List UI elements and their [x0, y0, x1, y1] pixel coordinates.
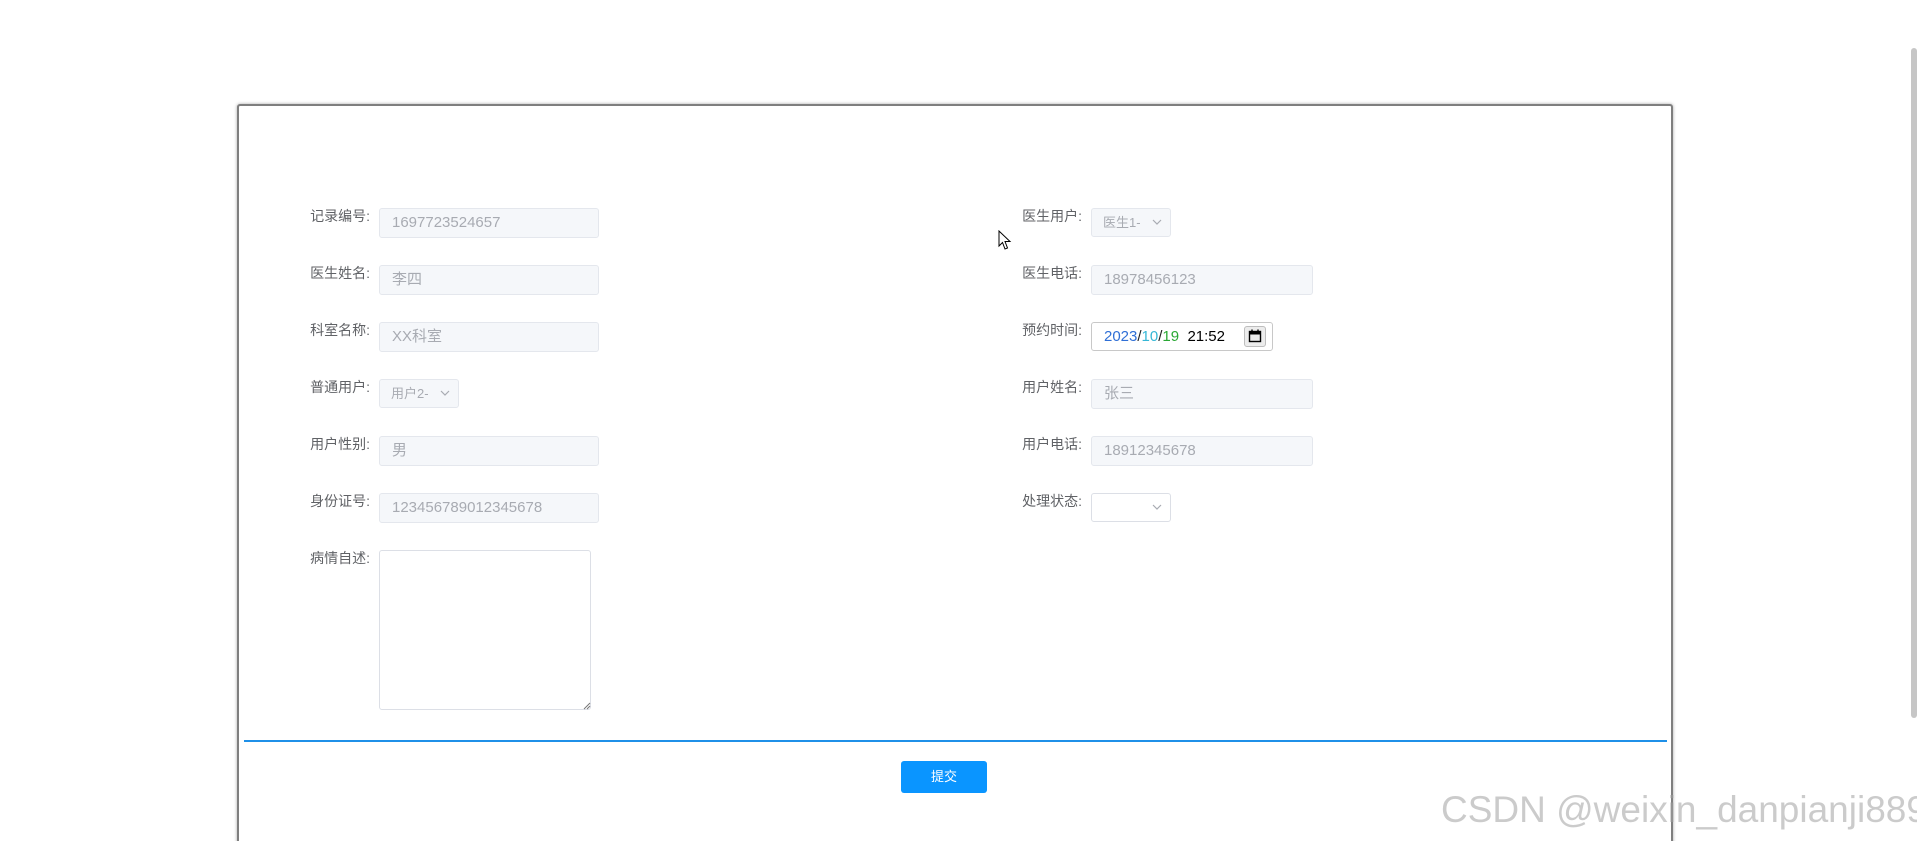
user-phone-input[interactable]: 18912345678 [1091, 436, 1313, 466]
record-number-label: 记录编号: [310, 208, 370, 224]
doctor-phone-label: 医生电话: [1022, 265, 1082, 281]
calendar-icon [1248, 329, 1262, 343]
status-select[interactable] [1091, 493, 1171, 522]
appointment-day: 19 [1162, 328, 1180, 345]
condition-textarea[interactable] [379, 550, 591, 710]
department-label: 科室名称: [310, 322, 370, 338]
status-label: 处理状态: [1022, 493, 1082, 509]
user-gender-label: 用户性别: [310, 436, 370, 452]
doctor-user-label: 医生用户: [1022, 208, 1082, 224]
normal-user-select[interactable]: 用户2- [379, 379, 459, 408]
submit-button[interactable]: 提交 [901, 761, 987, 793]
form-divider [244, 740, 1667, 742]
id-number-input[interactable]: 123456789012345678 [379, 493, 599, 523]
user-gender-input[interactable]: 男 [379, 436, 599, 466]
appointment-year: 2023 [1104, 328, 1138, 345]
appointment-month: 10 [1141, 328, 1159, 345]
doctor-phone-input[interactable]: 18978456123 [1091, 265, 1313, 295]
doctor-name-label: 医生姓名: [310, 265, 370, 281]
chevron-down-icon [1152, 219, 1162, 225]
appointment-time-label: 预约时间: [1022, 322, 1082, 338]
appointment-datetime-input[interactable]: 2023/10/19 21:52 [1091, 322, 1273, 351]
doctor-name-input[interactable]: 李四 [379, 265, 599, 295]
condition-label: 病情自述: [310, 550, 370, 566]
normal-user-label: 普通用户: [310, 379, 370, 395]
page-scrollbar[interactable] [1911, 48, 1917, 718]
chevron-down-icon [440, 390, 450, 396]
chevron-down-icon [1152, 504, 1162, 510]
user-phone-label: 用户电话: [1022, 436, 1082, 452]
doctor-user-select[interactable]: 医生1- [1091, 208, 1171, 237]
resize-grip-icon[interactable] [583, 702, 591, 710]
appointment-clock: 21:52 [1187, 328, 1225, 345]
watermark-text: CSDN @weixin_danpianji889 [1441, 789, 1917, 830]
normal-user-select-value: 用户2- [391, 386, 429, 401]
doctor-user-select-value: 医生1- [1103, 215, 1141, 230]
page: 记录编号: 1697723524657 医生姓名: 李四 科室名称: XX科室 … [0, 0, 1917, 841]
user-name-input[interactable]: 张三 [1091, 379, 1313, 409]
record-number-input[interactable]: 1697723524657 [379, 208, 599, 238]
department-input[interactable]: XX科室 [379, 322, 599, 352]
mouse-cursor-icon [998, 230, 1012, 250]
user-name-label: 用户姓名: [1022, 379, 1082, 395]
id-number-label: 身份证号: [310, 493, 370, 509]
calendar-button[interactable] [1244, 326, 1266, 347]
